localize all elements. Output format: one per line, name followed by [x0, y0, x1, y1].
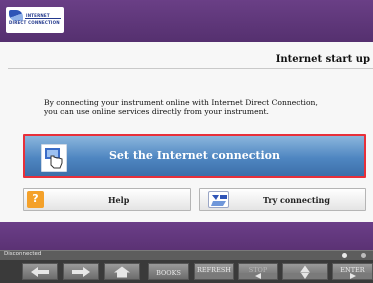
triangle-down-icon: [301, 273, 309, 279]
back-button[interactable]: [22, 263, 58, 280]
page-title: Internet start up: [275, 54, 370, 65]
connection-icon: [208, 191, 229, 208]
set-internet-connection-label: Set the Internet connection: [108, 149, 280, 162]
title-divider: [8, 68, 373, 69]
header-bar: INTERNET DIRECT CONNECTION: [0, 0, 373, 42]
status-indicator-icon: [361, 253, 366, 258]
help-button[interactable]: ? Help: [23, 188, 191, 211]
refresh-indicator: [195, 273, 233, 279]
connection-status: Disconnected: [4, 251, 42, 257]
navigation-bar: BOOKS REFRESH STOP ENTER: [0, 260, 373, 283]
status-bar: Disconnected: [0, 250, 373, 260]
stop-indicator: [239, 273, 277, 279]
triangle-right-icon: [349, 273, 356, 279]
help-icon: ?: [27, 191, 44, 208]
logo-divider: [25, 18, 61, 19]
books-label: BOOKS: [156, 269, 181, 277]
scroll-down-button[interactable]: [283, 273, 327, 279]
forward-button[interactable]: [63, 263, 99, 280]
enter-button[interactable]: ENTER: [332, 263, 373, 280]
home-icon: [114, 266, 130, 277]
try-connecting-button[interactable]: Try connecting: [199, 188, 366, 211]
enter-indicator: [333, 273, 372, 279]
help-label: Help: [108, 195, 130, 205]
set-internet-connection-button[interactable]: Set the Internet connection: [23, 134, 366, 178]
footer-band: [0, 222, 373, 250]
logo-text-direct-connection: DIRECT CONNECTION: [9, 20, 60, 25]
description-text: By connecting your instrument online wit…: [44, 98, 318, 116]
stop-button[interactable]: STOP: [238, 263, 278, 280]
try-connecting-label: Try connecting: [263, 195, 330, 205]
arrow-right-icon: [72, 266, 90, 277]
refresh-button[interactable]: REFRESH: [194, 263, 234, 280]
books-button[interactable]: BOOKS: [148, 263, 189, 280]
status-indicator-icon: [342, 253, 347, 258]
triangle-left-icon: [255, 273, 261, 279]
internet-direct-connection-logo: INTERNET DIRECT CONNECTION: [6, 7, 64, 33]
main-content: Internet start up By connecting your ins…: [0, 42, 373, 222]
home-button[interactable]: [104, 263, 140, 280]
arrow-left-icon: [31, 266, 49, 277]
scroll-up-button[interactable]: [282, 263, 328, 280]
